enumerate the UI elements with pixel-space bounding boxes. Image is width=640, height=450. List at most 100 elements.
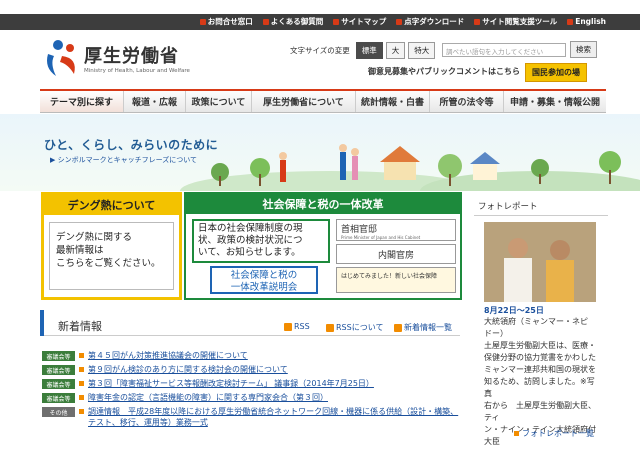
news-link[interactable]: 調達情報 平成28年度以降における厚生労働省統合ネットワーク回線・機器に係る供給… bbox=[88, 406, 462, 428]
photo-report-more-label: フォトレポート一覧 bbox=[522, 429, 594, 438]
news-link[interactable]: 第４５回がん対策推進協議会の開催について bbox=[88, 350, 248, 361]
bullet-icon bbox=[79, 381, 84, 386]
font-size-switcher: 文字サイズの変更 標準 大 特大 bbox=[290, 42, 436, 59]
news-link[interactable]: 第３回「障害福祉サービス等報酬改定検討チーム」 議事録（2014年7月25日） bbox=[88, 378, 374, 389]
kantei-label: 首相官邸 bbox=[341, 225, 378, 235]
utility-bar: お問合せ窓口 よくある御質問 サイトマップ 点字ダウンロード サイト閲覧支援ツー… bbox=[0, 0, 640, 30]
news-list-link[interactable]: 新着情報一覧 bbox=[394, 322, 452, 333]
rss-label: RSS bbox=[294, 322, 310, 331]
dengue-title: デング熱について bbox=[44, 195, 179, 215]
bullet-icon bbox=[79, 409, 84, 414]
photo-report-image[interactable] bbox=[484, 222, 596, 302]
utility-links: お問合せ窓口 よくある御質問 サイトマップ 点字ダウンロード サイト閲覧支援ツー… bbox=[199, 16, 606, 27]
nav-about[interactable]: 厚生労働省について bbox=[252, 91, 356, 112]
nav-themes[interactable]: テーマ別に探す bbox=[40, 91, 124, 112]
bullet-icon bbox=[79, 367, 84, 372]
rss-link[interactable]: RSS bbox=[284, 322, 310, 331]
kantei-link[interactable]: 首相官邸 Prime Minister of Japan and His Cab… bbox=[336, 219, 456, 241]
hero-illustration bbox=[211, 144, 621, 186]
news-link[interactable]: 障害年金の認定（言語機能の障害）に関する専門家会合（第３回） bbox=[88, 392, 328, 403]
nav-applications[interactable]: 申請・募集・情報公開 bbox=[504, 91, 606, 112]
bullet-icon bbox=[567, 18, 574, 25]
photo-report: フォトレポート 8月22日～25日 大統領府（ミャンマー・ネピ ドー） 土屋厚生… bbox=[474, 192, 608, 450]
tax-line: 一体改革説明会 bbox=[230, 282, 298, 293]
tax-line: 日本の社会保障制度の現 bbox=[198, 223, 303, 234]
bullet-icon bbox=[333, 18, 340, 25]
dengue-line: こちらをご覧ください。 bbox=[56, 258, 161, 269]
news-header: 新着情報 RSS RSSについて 新着情報一覧 bbox=[40, 310, 460, 336]
bullet-icon bbox=[199, 18, 206, 25]
opinion-link[interactable]: 御意見募集やパブリックコメントはこちら bbox=[368, 66, 520, 77]
tax-reform-briefing-link[interactable]: 社会保障と税の 一体改革説明会 bbox=[210, 266, 318, 294]
dengue-banner[interactable]: デング熱について デング熱に関する 最新情報は こちらをご覧ください。 bbox=[41, 192, 182, 300]
dengue-body: デング熱に関する 最新情報は こちらをご覧ください。 bbox=[49, 222, 174, 290]
nav-laws[interactable]: 所管の法令等 bbox=[430, 91, 504, 112]
link-faq[interactable]: よくある御質問 bbox=[262, 16, 323, 27]
site-name-en: Ministry of Health, Labour and Welfare bbox=[84, 68, 190, 74]
tax-reform-info-link[interactable]: 日本の社会保障制度の現 状、政策の検討状況につ いて、お知らせします。 bbox=[192, 219, 330, 263]
photo-report-more-link[interactable]: フォトレポート一覧 bbox=[514, 428, 594, 439]
dengue-line: デング熱に関する bbox=[56, 232, 133, 243]
news-list-label: 新着情報一覧 bbox=[404, 323, 452, 332]
link-sitemap[interactable]: サイトマップ bbox=[333, 16, 386, 27]
mhlw-logo-icon bbox=[47, 40, 75, 76]
bullet-icon bbox=[262, 18, 269, 25]
news-tag: その他 bbox=[42, 407, 75, 417]
news-header-bar bbox=[40, 310, 44, 336]
news-item: 審議会等 第９回がん検診のあり方に関する検討会の開催について bbox=[42, 364, 462, 375]
tax-reform-banner: 社会保障と税の一体改革 日本の社会保障制度の現 状、政策の検討状況につ いて、お… bbox=[184, 192, 462, 300]
kantei-label-en: Prime Minister of Japan and His Cabinet bbox=[341, 235, 421, 240]
caption-line: 土屋厚生労働副大臣は、医療・ bbox=[484, 341, 596, 350]
news-link[interactable]: 第９回がん検診のあり方に関する検討会の開催について bbox=[88, 364, 288, 375]
news-tag: 審議会等 bbox=[42, 393, 75, 403]
photo-illustration bbox=[484, 222, 596, 302]
bullet-icon bbox=[396, 18, 403, 25]
photo-report-date[interactable]: 8月22日～25日 bbox=[484, 305, 544, 316]
font-size-xlarge-button[interactable]: 特大 bbox=[408, 42, 436, 59]
news-title: 新着情報 bbox=[58, 320, 102, 333]
news-item: 審議会等 障害年金の認定（言語機能の障害）に関する専門家会合（第３回） bbox=[42, 392, 462, 403]
nav-statistics[interactable]: 統計情報・白書 bbox=[356, 91, 430, 112]
caption-line: 大統領府（ミャンマー・ネピ bbox=[484, 317, 588, 326]
search-input[interactable]: 調べたい語句を入力してください bbox=[442, 42, 566, 57]
news-item: 審議会等 第４５回がん対策推進協議会の開催について bbox=[42, 350, 462, 361]
caption-line: ドー） bbox=[484, 329, 508, 338]
caption-line: ミャンマー連邦共和国の現状を bbox=[484, 365, 596, 374]
tax-line: 社会保障と税の bbox=[230, 270, 298, 281]
hero-symbol-link-label: シンボルマークとキャッチフレーズについて bbox=[57, 156, 198, 164]
link-contact[interactable]: お問合せ窓口 bbox=[199, 16, 253, 27]
bullet-icon bbox=[514, 431, 519, 436]
caption-line: 保健分野の協力覚書をかわした bbox=[484, 353, 596, 362]
link-accessibility[interactable]: サイト閲覧支援ツール bbox=[474, 16, 557, 27]
nav-policy[interactable]: 政策について bbox=[186, 91, 252, 112]
search-button[interactable]: 検索 bbox=[570, 41, 597, 58]
tax-line: 状、政策の検討状況につ bbox=[198, 235, 303, 246]
cabinet-secretariat-link[interactable]: 内閣官房 bbox=[336, 244, 456, 264]
link-english[interactable]: English bbox=[567, 16, 606, 27]
font-size-standard-button[interactable]: 標準 bbox=[355, 42, 383, 59]
rss-icon bbox=[284, 322, 292, 331]
global-nav: テーマ別に探す 報道・広報 政策について 厚生労働省について 統計情報・白書 所… bbox=[40, 89, 606, 113]
rss-icon bbox=[326, 323, 334, 332]
dengue-line: 最新情報は bbox=[56, 245, 104, 256]
hero-symbol-link[interactable]: ▶ シンボルマークとキャッチフレーズについて bbox=[50, 155, 197, 165]
site-search: 調べたい語句を入力してください 検索 bbox=[442, 41, 597, 58]
bullet-icon bbox=[79, 353, 84, 358]
site-logo[interactable]: 厚生労働省 Ministry of Health, Labour and Wel… bbox=[44, 38, 194, 82]
tax-reform-title: 社会保障と税の一体改革 bbox=[186, 194, 460, 214]
rss-about-label: RSSについて bbox=[336, 323, 384, 332]
new-social-security-link[interactable]: はじめてみました！新しい社会保障 bbox=[336, 267, 456, 293]
hero-catchphrase: ひと、くらし、みらいのために bbox=[44, 138, 219, 152]
news-tag: 審議会等 bbox=[42, 379, 75, 389]
news-item: その他 調達情報 平成28年度以降における厚生労働省統合ネットワーク回線・機器に… bbox=[42, 406, 462, 428]
news-tag: 審議会等 bbox=[42, 351, 75, 361]
tax-line: いて、お知らせします。 bbox=[198, 247, 301, 258]
news-item: 審議会等 第３回「障害福祉サービス等報酬改定検討チーム」 議事録（2014年7月… bbox=[42, 378, 462, 389]
font-size-large-button[interactable]: 大 bbox=[385, 42, 406, 59]
nav-press[interactable]: 報道・広報 bbox=[124, 91, 186, 112]
news-list: 審議会等 第４５回がん対策推進協議会の開催について 審議会等 第９回がん検診のあ… bbox=[42, 350, 462, 431]
link-braille[interactable]: 点字ダウンロード bbox=[396, 16, 464, 27]
rss-about-link[interactable]: RSSについて bbox=[326, 322, 383, 333]
hero-banner: ひと、くらし、みらいのために ▶ シンボルマークとキャッチフレーズについて bbox=[0, 114, 640, 191]
public-participation-button[interactable]: 国民参加の場 bbox=[525, 63, 587, 82]
